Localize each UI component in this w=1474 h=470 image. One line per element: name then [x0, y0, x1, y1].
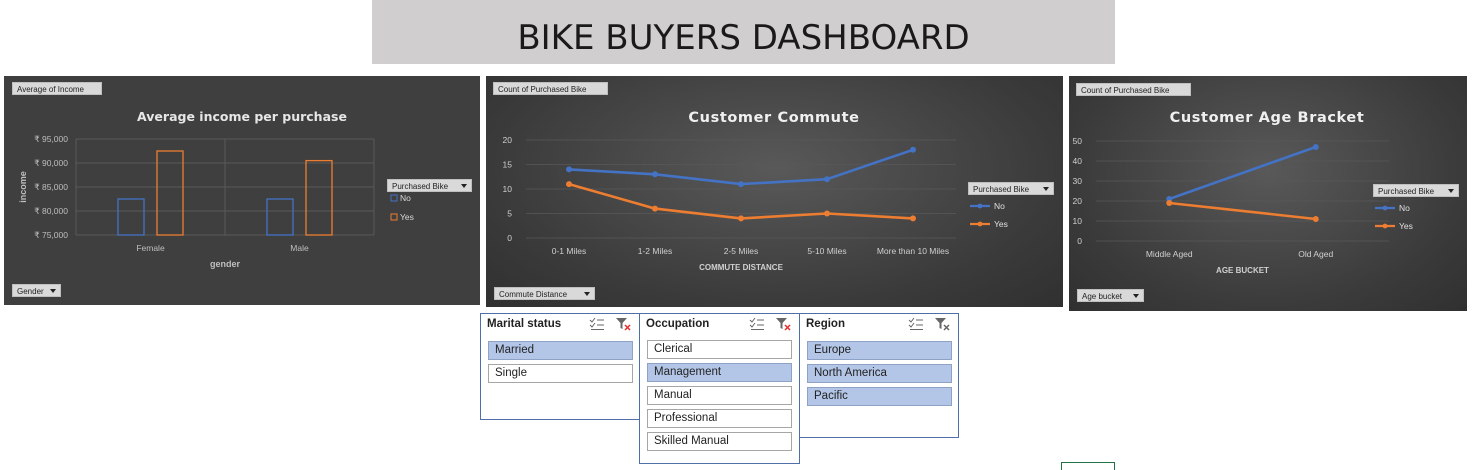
data-point	[738, 181, 744, 188]
slicer-title: Region	[806, 318, 845, 330]
data-point	[1312, 144, 1319, 150]
commute-chart-panel[interactable]: Count of Purchased Bike Purchased Bike C…	[486, 76, 1063, 307]
y-tick-label: 20	[503, 135, 513, 145]
y-tick-label: 30	[1073, 176, 1083, 186]
legend-swatch	[390, 194, 398, 202]
x-tick-label: Middle Aged	[1146, 249, 1193, 259]
y-tick-label: ₹ 95,000	[34, 134, 68, 144]
income-bar-chart: Average income per purchase ₹ 75,000 ₹ 80,…	[18, 109, 414, 269]
slicer-item-clerical[interactable]: Clerical	[647, 340, 792, 359]
commute-line-chart: Customer Commute 0 5 10 15 20 0-1 Miles 1-2 Mil…	[503, 110, 1008, 272]
y-tick-label: ₹ 75,000	[34, 230, 68, 240]
x-tick-label: 2-5 Miles	[724, 246, 758, 256]
slicer-region[interactable]: Region Europe North America Pacific	[799, 313, 959, 438]
chart-title: Average income per purchase	[137, 109, 347, 124]
y-tick-label: 0	[507, 233, 512, 243]
income-chart-panel[interactable]: Average of Income Purchased Bike Gender …	[4, 76, 480, 305]
y-tick-label: 20	[1073, 196, 1083, 206]
series-line	[1169, 201, 1316, 221]
y-tick-label: ₹ 90,000	[34, 158, 68, 168]
y-tick-label: 40	[1073, 156, 1083, 166]
series-line	[568, 148, 914, 186]
y-tick-label: 50	[1073, 136, 1083, 146]
y-tick-label: 5	[507, 209, 512, 219]
multi-select-icon[interactable]	[908, 317, 924, 331]
y-tick-label: 0	[1077, 236, 1082, 246]
clear-filter-icon[interactable]	[934, 317, 950, 331]
data-point	[652, 205, 658, 212]
slicer-occupation[interactable]: Occupation Clerical Management Manual Pr…	[639, 313, 800, 464]
slicer-item-professional[interactable]: Professional	[647, 409, 792, 428]
bar	[156, 150, 184, 236]
x-tick-label: Old Aged	[1298, 249, 1333, 259]
multi-select-icon[interactable]	[589, 317, 605, 331]
bar	[266, 198, 294, 236]
x-axis-label: gender	[210, 259, 241, 269]
legend-label: No	[994, 201, 1005, 211]
data-point	[566, 181, 572, 188]
x-tick-label: 5-10 Miles	[807, 246, 846, 256]
y-tick-label: 10	[1073, 216, 1083, 226]
data-point	[566, 166, 572, 173]
chart-title: Customer Age Bracket	[1170, 110, 1365, 126]
data-point	[910, 215, 916, 222]
chart-title: Customer Commute	[688, 110, 859, 126]
clear-filter-icon[interactable]	[775, 317, 791, 331]
clear-filter-icon[interactable]	[615, 317, 631, 331]
multi-select-icon[interactable]	[749, 317, 765, 331]
dashboard-title: BIKE BUYERS DASHBOARD	[517, 18, 970, 58]
x-tick-label: 1-2 Miles	[638, 246, 672, 256]
slicer-item-married[interactable]: Married	[488, 341, 633, 360]
legend-label: Yes	[400, 212, 414, 222]
data-point	[824, 176, 830, 183]
x-axis-label: AGE BUCKET	[1216, 266, 1269, 275]
legend-label: No	[400, 193, 411, 203]
x-tick-label: 0-1 Miles	[552, 246, 586, 256]
legend-label: Yes	[1399, 221, 1413, 231]
age-chart-panel[interactable]: Count of Purchased Bike Purchased Bike A…	[1069, 76, 1467, 311]
slicer-title: Marital status	[487, 318, 562, 330]
data-point	[652, 171, 658, 178]
legend-marker	[1382, 205, 1388, 211]
data-point	[824, 210, 830, 217]
slicer-item-manual[interactable]: Manual	[647, 386, 792, 405]
slicer-item-europe[interactable]: Europe	[807, 341, 952, 360]
slicer-item-single[interactable]: Single	[488, 364, 633, 383]
y-tick-label: 15	[503, 160, 513, 170]
bar	[305, 159, 333, 236]
cell-selection-indicator	[1061, 462, 1115, 470]
y-axis-label: income	[18, 171, 28, 203]
data-point	[1166, 200, 1173, 206]
data-point	[738, 215, 744, 222]
x-axis-label: COMMUTE DISTANCE	[699, 263, 784, 272]
y-tick-label: ₹ 80,000	[34, 206, 68, 216]
slicer-item-management[interactable]: Management	[647, 363, 792, 382]
slicer-marital-status[interactable]: Marital status Married Single	[480, 313, 640, 420]
x-tick-label: Male	[290, 243, 309, 253]
data-point	[1312, 216, 1319, 222]
legend-swatch	[390, 213, 398, 221]
dashboard-title-bar: BIKE BUYERS DASHBOARD	[372, 0, 1115, 64]
slicer-item-skilled-manual[interactable]: Skilled Manual	[647, 432, 792, 451]
legend-label: No	[1399, 203, 1410, 213]
legend-marker	[1382, 223, 1388, 229]
x-tick-label: More than 10 Miles	[877, 246, 949, 256]
y-tick-label: ₹ 85,000	[34, 182, 68, 192]
y-tick-label: 10	[503, 184, 513, 194]
series-line	[1168, 145, 1317, 201]
slicer-title: Occupation	[646, 318, 710, 330]
legend-marker	[977, 203, 983, 209]
bar	[117, 198, 145, 236]
legend-marker	[977, 221, 983, 227]
legend-label: Yes	[994, 219, 1008, 229]
age-line-chart: Customer Age Bracket 0 10 20 30 40 50 Middle Ag…	[1073, 110, 1413, 275]
slicer-item-pacific[interactable]: Pacific	[807, 387, 952, 406]
x-tick-label: Female	[136, 243, 165, 253]
data-point	[910, 146, 916, 153]
slicer-item-north-america[interactable]: North America	[807, 364, 952, 383]
